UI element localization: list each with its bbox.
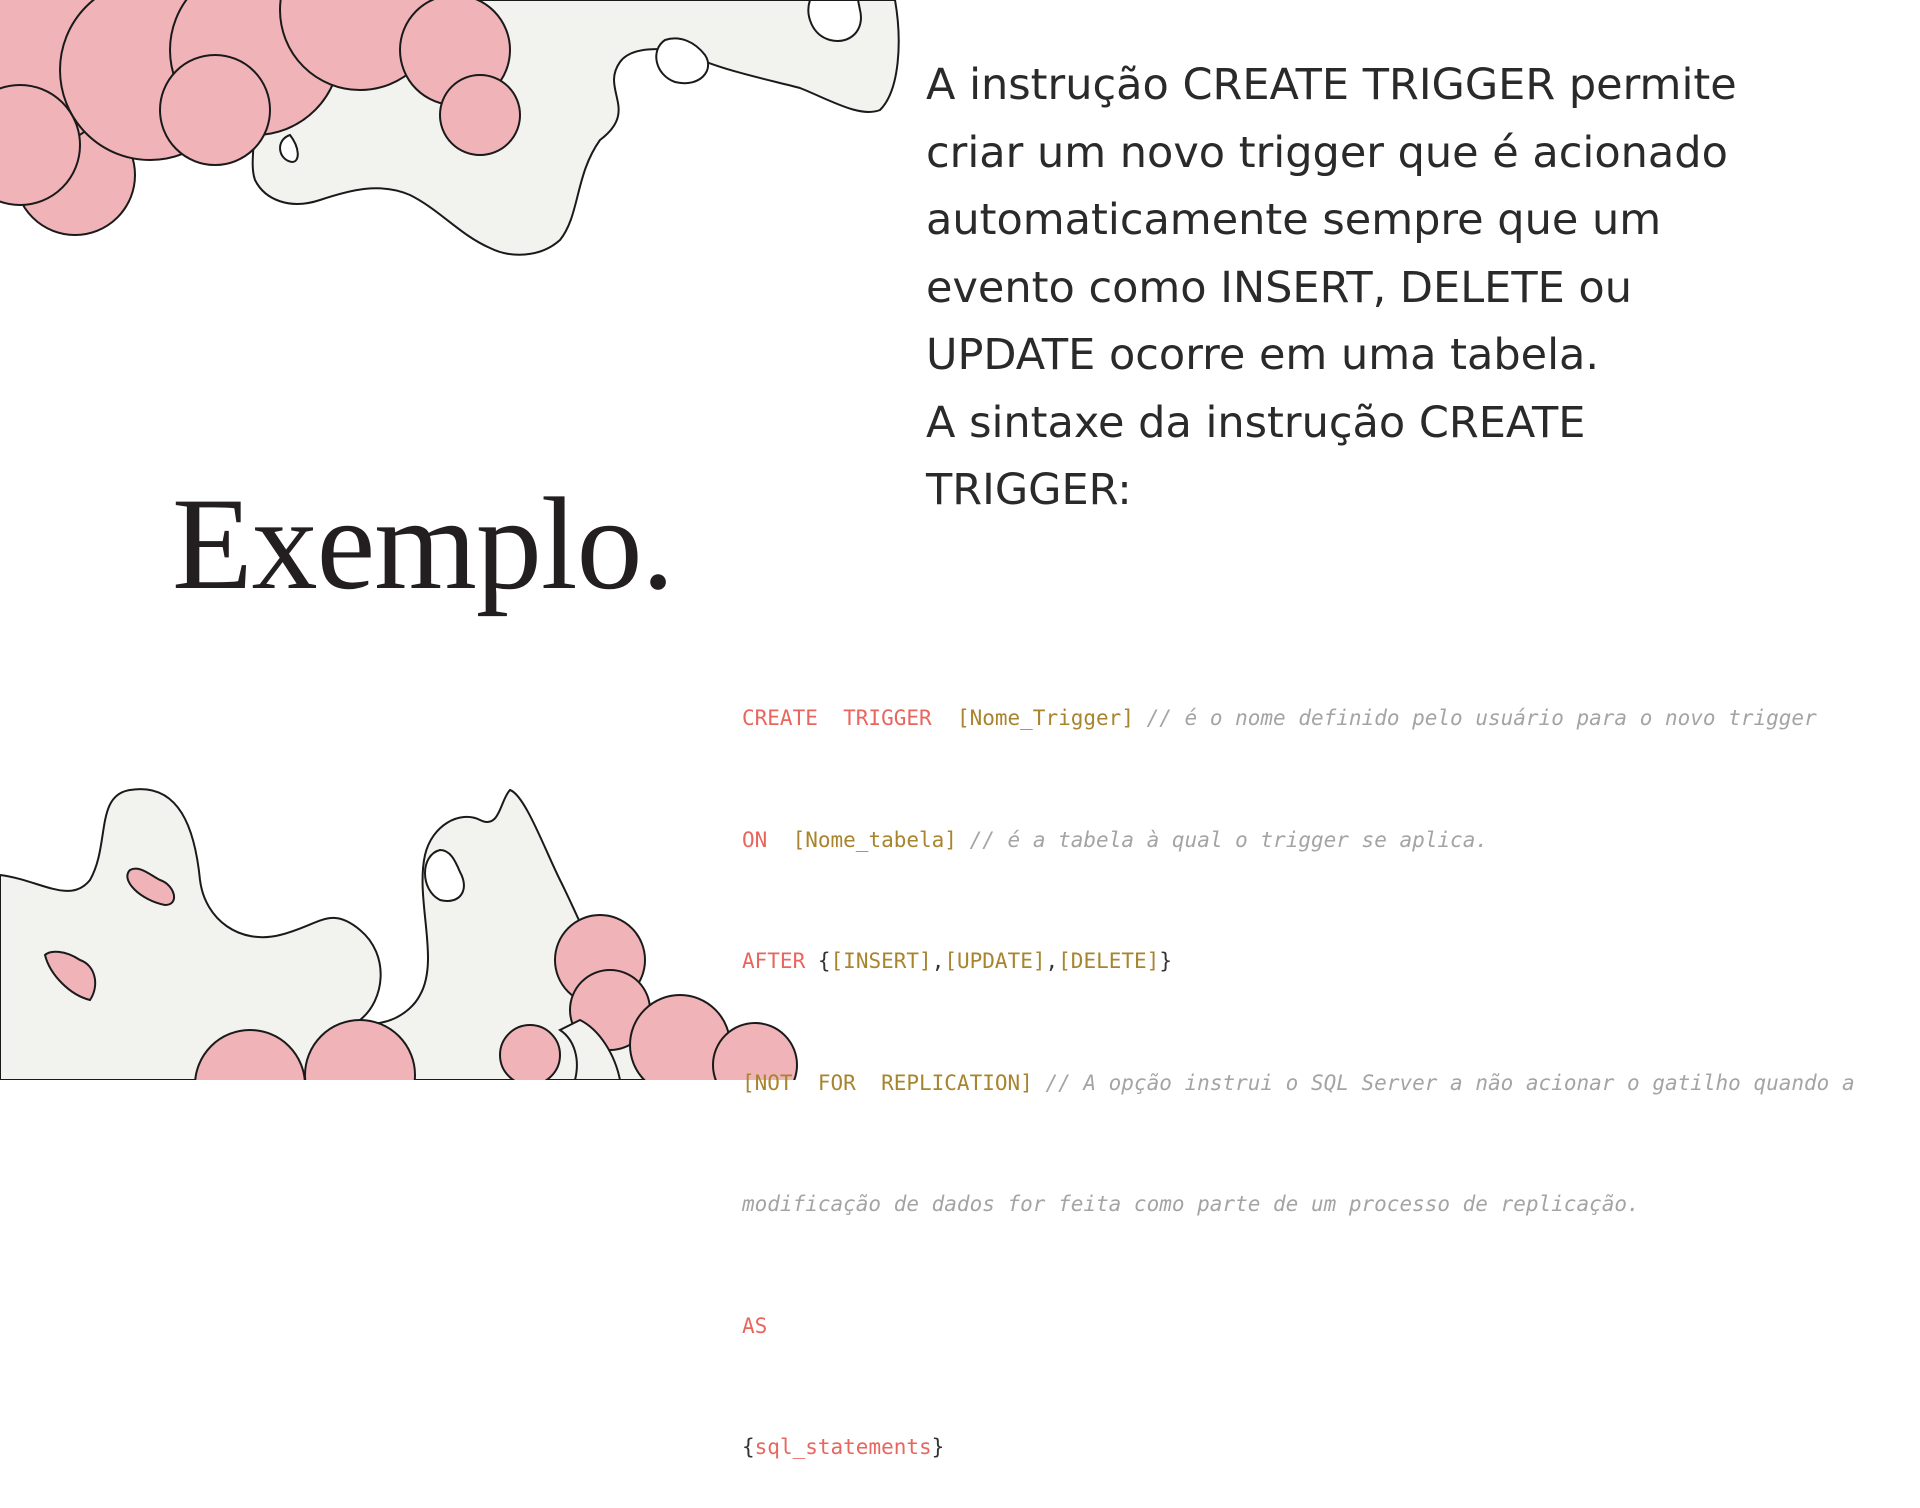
- code-line-4: [NOT FOR REPLICATION] // A opção instrui…: [742, 1063, 1912, 1104]
- code-comment: modificação de dados for feita como part…: [742, 1192, 1640, 1216]
- code-comment: // é o nome definido pelo usuário para o…: [1146, 706, 1817, 730]
- code-identifier: [DELETE]: [1058, 949, 1160, 973]
- code-line-1: CREATE TRIGGER [Nome_Trigger] // é o nom…: [742, 698, 1912, 739]
- code-comment: // A opção instrui o SQL Server a não ac…: [1045, 1070, 1855, 1095]
- code-punctuation: ,: [931, 949, 945, 973]
- code-comment: // é a tabela à qual o trigger se aplica…: [969, 827, 1488, 852]
- description: A instrução CREATE TRIGGER permite criar…: [926, 52, 1796, 525]
- code-line-7: {sql_statements}: [742, 1427, 1912, 1468]
- code-punctuation: {: [742, 1435, 755, 1459]
- code-punctuation: }: [1159, 949, 1172, 973]
- code-line-6: AS: [742, 1306, 1912, 1347]
- code-identifier: [INSERT]: [830, 949, 932, 973]
- code-punctuation: {: [817, 949, 831, 973]
- code-identifier: [NOT FOR REPLICATION]: [742, 1070, 1033, 1095]
- code-line-2: ON [Nome_tabela] // é a tabela à qual o …: [742, 820, 1912, 861]
- code-line-3: AFTER {[INSERT],[UPDATE],[DELETE]}: [742, 941, 1912, 982]
- code-keyword: AFTER: [742, 949, 806, 973]
- code-identifier: [Nome_tabela]: [792, 827, 957, 852]
- code-identifier: [Nome_Trigger]: [956, 706, 1134, 730]
- code-punctuation: }: [931, 1435, 945, 1459]
- description-paragraph-2: A sintaxe da instrução CREATE TRIGGER:: [926, 397, 1586, 516]
- code-block: CREATE TRIGGER [Nome_Trigger] // é o nom…: [742, 617, 1912, 1508]
- description-paragraph-1: A instrução CREATE TRIGGER permite criar…: [926, 60, 1737, 380]
- slide-title: Exemplo.: [172, 470, 675, 617]
- code-identifier: [UPDATE]: [944, 949, 1046, 973]
- code-keyword: AS: [742, 1313, 768, 1338]
- code-keyword: ON: [742, 827, 768, 852]
- code-keyword: CREATE TRIGGER: [742, 706, 932, 730]
- code-line-5: modificação de dados for feita como part…: [742, 1184, 1912, 1225]
- code-punctuation: ,: [1045, 949, 1059, 973]
- code-keyword: sql_statements: [754, 1435, 932, 1459]
